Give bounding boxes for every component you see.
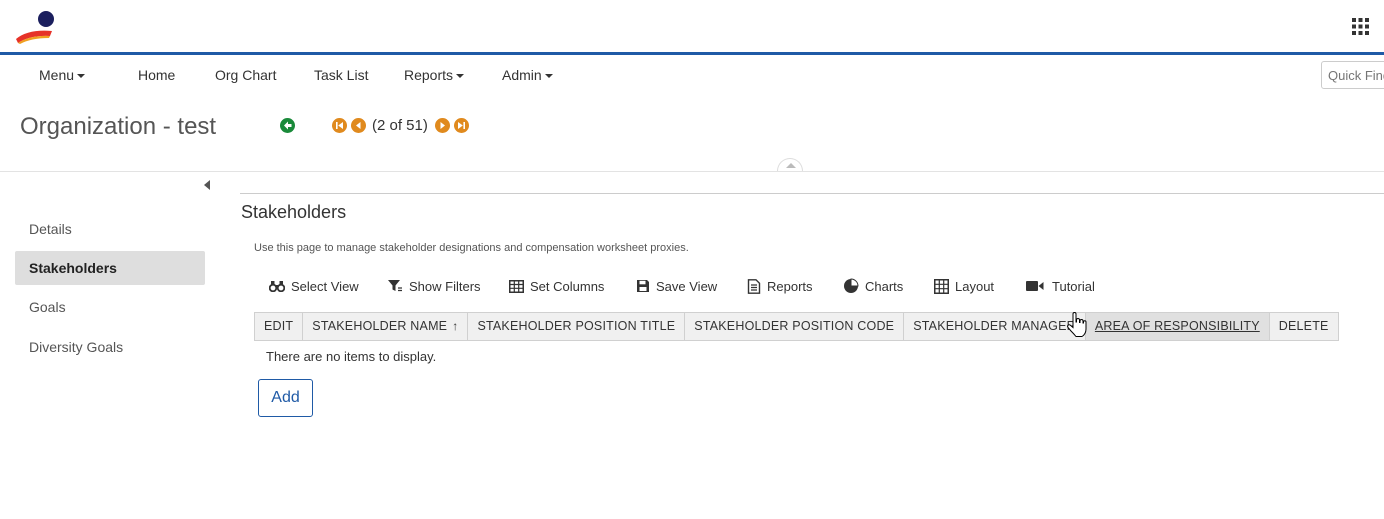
show-filters-button[interactable]: Show Filters bbox=[387, 276, 481, 296]
column-stakeholder-manager[interactable]: STAKEHOLDER MANAGER bbox=[904, 313, 1086, 340]
save-icon bbox=[637, 280, 649, 292]
columns-icon bbox=[509, 279, 524, 293]
set-columns-button[interactable]: Set Columns bbox=[509, 276, 604, 296]
stakeholders-grid-header: EDIT STAKEHOLDER NAME ↑ STAKEHOLDER POSIT… bbox=[254, 312, 1339, 341]
main-divider bbox=[240, 193, 1384, 194]
column-stakeholder-position-title[interactable]: STAKEHOLDER POSITION TITLE bbox=[468, 313, 686, 340]
last-record-icon[interactable] bbox=[453, 117, 469, 133]
nav-admin-label: Admin bbox=[502, 67, 542, 83]
video-camera-icon bbox=[1026, 281, 1044, 291]
nav-menu[interactable]: Menu bbox=[39, 67, 86, 83]
document-icon bbox=[747, 278, 761, 294]
column-edit[interactable]: EDIT bbox=[255, 313, 304, 340]
toolbar-label: Tutorial bbox=[1052, 278, 1095, 294]
first-record-icon[interactable] bbox=[332, 117, 347, 133]
column-label: AREA OF RESPONSIBILITY bbox=[1094, 319, 1260, 333]
sidebar-item-goals[interactable]: Goals bbox=[15, 290, 205, 324]
header-divider bbox=[0, 171, 1384, 172]
toolbar-label: Show Filters bbox=[409, 278, 481, 294]
nav-org-chart-label: Org Chart bbox=[215, 67, 277, 83]
column-label: DELETE bbox=[1278, 319, 1329, 333]
main-nav: Menu Home Org Chart Task List Reports Ad… bbox=[0, 55, 1384, 95]
nav-home[interactable]: Home bbox=[138, 67, 175, 83]
save-view-button[interactable]: Save View bbox=[636, 276, 717, 296]
toolbar-label: Set Columns bbox=[530, 278, 605, 294]
section-description: Use this page to manage stakeholder desi… bbox=[254, 242, 689, 254]
top-bar bbox=[0, 0, 1384, 52]
column-label: STAKEHOLDER POSITION CODE bbox=[694, 319, 895, 333]
next-record-icon[interactable] bbox=[434, 117, 450, 133]
apps-grid-icon[interactable] bbox=[1352, 18, 1369, 35]
record-pager: (2 of 51) bbox=[332, 115, 473, 135]
column-stakeholder-position-code[interactable]: STAKEHOLDER POSITION CODE bbox=[685, 313, 905, 340]
pie-chart-icon bbox=[844, 278, 859, 293]
column-label: STAKEHOLDER NAME bbox=[312, 319, 448, 333]
toolbar-label: Select View bbox=[291, 278, 359, 294]
company-logo[interactable] bbox=[14, 9, 58, 45]
sidebar-collapse-icon[interactable] bbox=[204, 180, 210, 190]
nav-org-chart[interactable]: Org Chart bbox=[215, 67, 276, 83]
nav-menu-label: Menu bbox=[39, 67, 75, 83]
nav-admin[interactable]: Admin bbox=[502, 67, 553, 83]
column-label: EDIT bbox=[264, 319, 294, 333]
caret-down-icon bbox=[544, 74, 553, 79]
binoculars-icon bbox=[269, 281, 285, 292]
sidebar-item-label: Stakeholders bbox=[29, 260, 117, 276]
empty-grid-message: There are no items to display. bbox=[266, 349, 437, 364]
sort-ascending-icon: ↑ bbox=[452, 319, 459, 333]
column-label: STAKEHOLDER POSITION TITLE bbox=[477, 319, 676, 333]
toolbar-label: Save View bbox=[656, 278, 718, 294]
page-title: Organization - test bbox=[20, 113, 217, 140]
reports-button[interactable]: Reports bbox=[747, 276, 813, 296]
nav-task-list[interactable]: Task List bbox=[314, 67, 368, 83]
collapse-header-toggle[interactable] bbox=[777, 158, 803, 172]
tutorial-button[interactable]: Tutorial bbox=[1026, 276, 1095, 296]
layout-button[interactable]: Layout bbox=[934, 276, 994, 296]
select-view-button[interactable]: Select View bbox=[269, 276, 359, 296]
add-button[interactable]: Add bbox=[258, 379, 313, 417]
nav-reports-label: Reports bbox=[404, 67, 454, 83]
section-title: Stakeholders bbox=[241, 202, 347, 222]
sidebar-item-diversity-goals[interactable]: Diversity Goals bbox=[15, 330, 205, 364]
caret-down-icon bbox=[77, 74, 86, 79]
column-delete[interactable]: DELETE bbox=[1270, 313, 1338, 340]
charts-button[interactable]: Charts bbox=[843, 276, 903, 296]
column-stakeholder-name[interactable]: STAKEHOLDER NAME ↑ bbox=[303, 313, 469, 340]
sidebar-item-label: Goals bbox=[29, 299, 66, 315]
nav-reports[interactable]: Reports bbox=[404, 67, 465, 83]
caret-down-icon bbox=[456, 74, 465, 79]
column-label: STAKEHOLDER MANAGER bbox=[913, 319, 1076, 333]
filter-icon bbox=[388, 280, 402, 292]
column-area-of-responsibility[interactable]: AREA OF RESPONSIBILITY bbox=[1085, 313, 1270, 340]
sidebar-item-label: Details bbox=[29, 221, 72, 237]
pager-position: (2 of 51) bbox=[372, 116, 428, 134]
layout-grid-icon bbox=[934, 278, 949, 294]
nav-home-label: Home bbox=[138, 67, 176, 83]
previous-record-icon[interactable] bbox=[351, 117, 366, 133]
sidebar-item-details[interactable]: Details bbox=[15, 212, 205, 246]
back-arrow-icon[interactable] bbox=[280, 118, 295, 133]
sidebar-item-stakeholders[interactable]: Stakeholders bbox=[15, 251, 205, 285]
toolbar-label: Charts bbox=[865, 278, 904, 294]
nav-task-list-label: Task List bbox=[314, 67, 369, 83]
toolbar-label: Reports bbox=[767, 278, 813, 294]
quick-find-input[interactable] bbox=[1321, 61, 1384, 89]
sidebar-item-label: Diversity Goals bbox=[29, 339, 124, 355]
toolbar-label: Layout bbox=[955, 278, 995, 294]
